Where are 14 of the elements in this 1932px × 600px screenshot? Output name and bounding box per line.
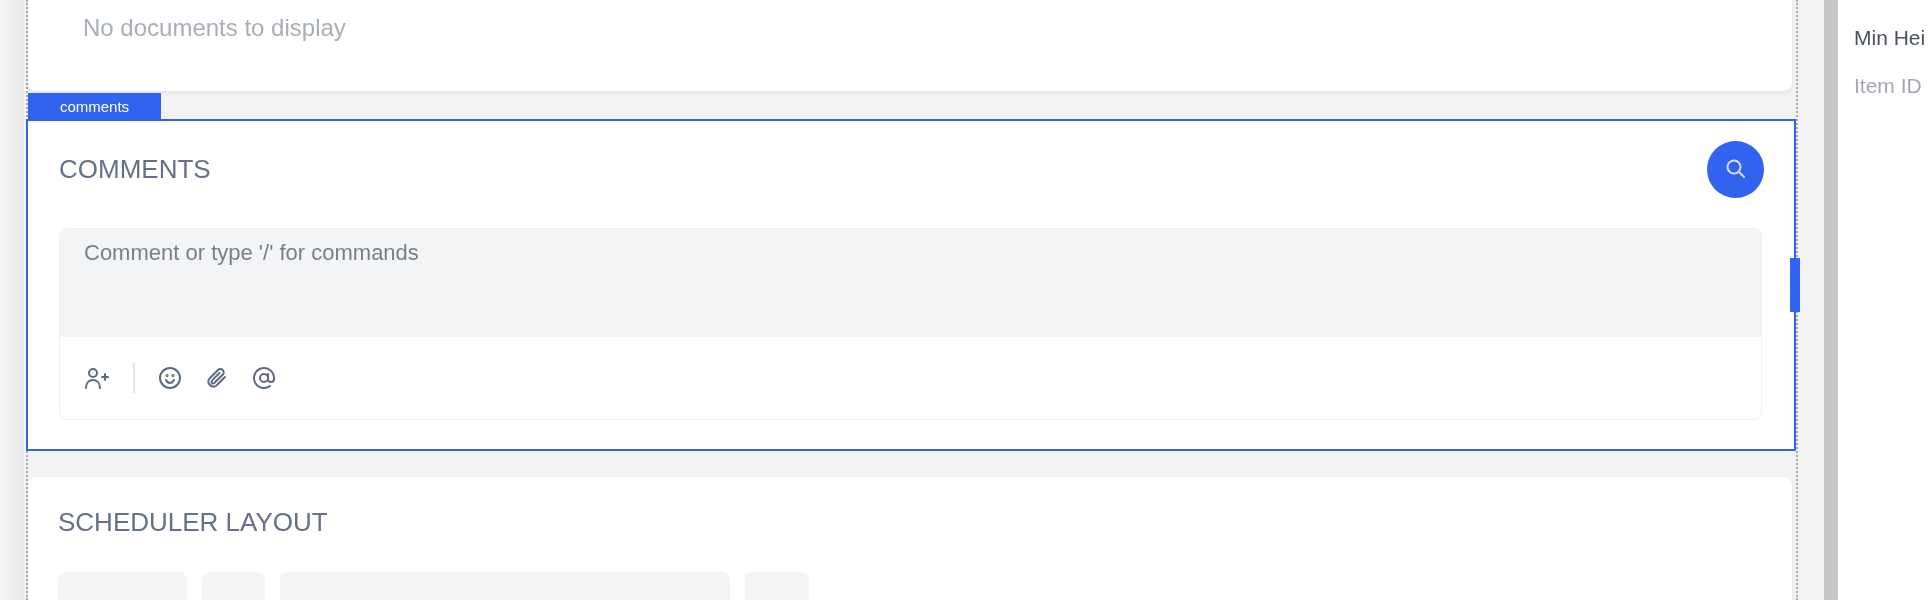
empty-message: No documents to display — [83, 14, 346, 41]
section-title: COMMENTS — [59, 153, 211, 185]
section-title: SCHEDULER LAYOUT — [58, 507, 328, 537]
widget-tag[interactable]: comments — [28, 93, 161, 119]
search-icon — [1724, 158, 1747, 180]
paperclip-icon[interactable] — [205, 366, 229, 390]
add-person-icon[interactable] — [84, 366, 110, 390]
smiley-icon[interactable] — [158, 366, 182, 390]
comment-input[interactable]: Comment or type '/' for commands — [60, 229, 1761, 337]
resize-handle[interactable] — [1790, 258, 1800, 312]
at-sign-icon[interactable] — [252, 366, 276, 390]
search-button[interactable] — [1707, 140, 1764, 198]
property-label: Min Hei — [1854, 26, 1927, 50]
property-label: Item ID — [1854, 74, 1923, 98]
